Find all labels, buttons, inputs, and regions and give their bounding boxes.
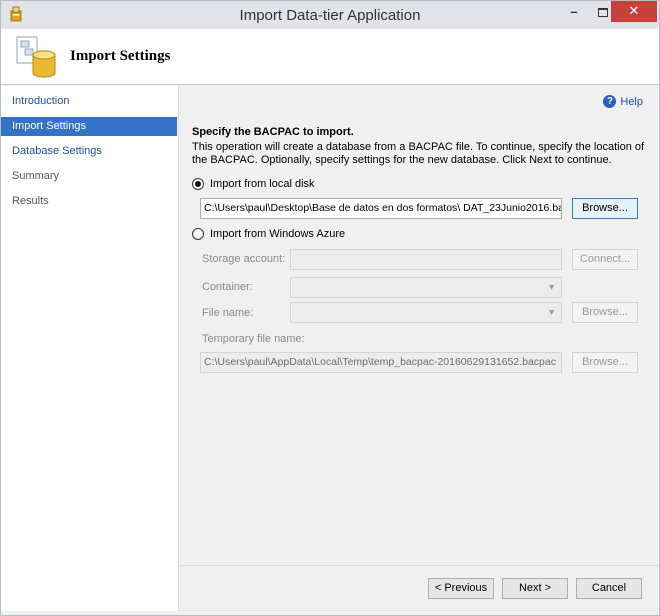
browse-local-button[interactable]: Browse... <box>572 198 638 219</box>
page-heading: Import Settings <box>70 48 171 64</box>
radio-unselected-icon <box>192 228 204 240</box>
help-label: Help <box>620 95 643 108</box>
sidebar-item-results: Results <box>12 195 49 207</box>
sidebar-item-summary: Summary <box>12 170 60 182</box>
storage-account-label: Storage account: <box>202 253 286 265</box>
temp-file-label: Temporary file name: <box>202 333 305 345</box>
wizard-header: Import Settings <box>1 29 659 85</box>
maximize-icon <box>598 8 608 17</box>
container-label: Container: <box>202 281 253 293</box>
close-button[interactable]: ✕ <box>611 1 657 22</box>
container-select[interactable]: ▼ <box>290 277 562 298</box>
radio-label-azure: Import from Windows Azure <box>210 228 346 240</box>
section-description: This operation will create a database fr… <box>192 141 645 166</box>
file-name-select[interactable]: ▼ <box>290 302 562 323</box>
browse-temp-button[interactable]: Browse... <box>572 352 638 373</box>
sidebar-item-introduction[interactable]: Introduction <box>1 92 177 111</box>
radio-import-azure[interactable]: Import from Windows Azure <box>192 228 345 240</box>
browse-azure-button[interactable]: Browse... <box>572 302 638 323</box>
minimize-button[interactable]: – <box>561 4 587 24</box>
temp-file-input[interactable]: C:\Users\paul\AppData\Local\Temp\temp_ba… <box>200 352 562 373</box>
chevron-down-icon: ▼ <box>547 307 556 317</box>
radio-selected-icon <box>192 178 204 190</box>
database-import-icon <box>16 36 56 78</box>
minimize-icon: – <box>570 4 578 19</box>
sidebar-item-database-settings[interactable]: Database Settings <box>1 142 177 161</box>
connect-button[interactable]: Connect... <box>572 249 638 270</box>
cancel-button[interactable]: Cancel <box>576 578 642 599</box>
import-dialog-window: Import Data-tier Application – ✕ Import … <box>0 0 660 616</box>
section-title: Specify the BACPAC to import. <box>192 126 354 138</box>
next-button[interactable]: Next > <box>502 578 568 599</box>
storage-account-input[interactable] <box>290 249 562 270</box>
help-link[interactable]: ? Help <box>603 95 643 108</box>
previous-button[interactable]: < Previous <box>428 578 494 599</box>
chevron-down-icon: ▼ <box>547 282 556 292</box>
radio-label-local-disk: Import from local disk <box>210 178 315 190</box>
sidebar-item-import-settings[interactable]: Import Settings <box>1 117 177 136</box>
file-name-label: File name: <box>202 307 254 319</box>
bacpac-path-input[interactable]: C:\Users\paul\Desktop\Base de datos en d… <box>200 198 562 219</box>
footer-divider <box>180 565 659 566</box>
radio-import-local-disk[interactable]: Import from local disk <box>192 178 315 190</box>
help-icon: ? <box>603 95 617 108</box>
wizard-sidebar: Introduction Import Settings Database Se… <box>1 86 179 611</box>
main-panel: ? Help Specify the BACPAC to import. Thi… <box>180 86 659 611</box>
title-bar[interactable]: Import Data-tier Application – ✕ <box>1 1 659 29</box>
close-icon: ✕ <box>628 3 640 18</box>
